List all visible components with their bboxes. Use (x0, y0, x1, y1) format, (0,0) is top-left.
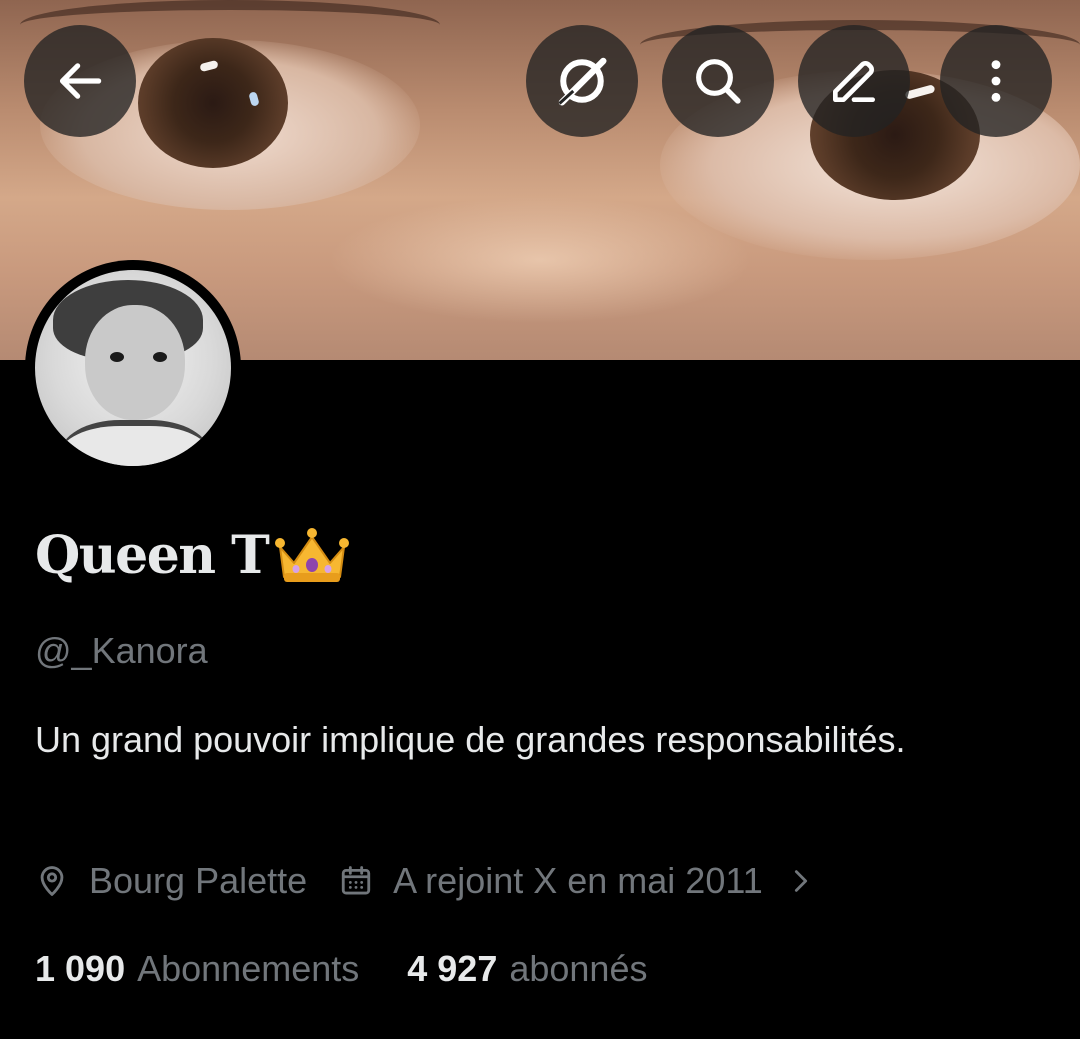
following-count: 1 090 (35, 948, 126, 989)
pencil-icon (833, 61, 875, 102)
profile-bio: Un grand pouvoir implique de grandes res… (35, 719, 906, 760)
followers-label: abonnés (509, 948, 648, 989)
following-label: Abonnements (137, 948, 360, 989)
followers-link[interactable]: 4 927 abonnés (407, 946, 647, 992)
search-icon (696, 59, 741, 104)
banner-iris-left (138, 38, 288, 168)
more-button[interactable] (940, 25, 1052, 137)
followers-count: 4 927 (407, 948, 498, 989)
profile-meta-row: Bourg Palette A rejoint X en mai 2011 (35, 856, 815, 906)
grok-icon (558, 57, 607, 106)
profile-follow-stats: 1 090 Abonnements 4 927 abonnés (35, 946, 647, 992)
edit-button[interactable] (798, 25, 910, 137)
grok-button[interactable] (526, 25, 638, 137)
search-button[interactable] (662, 25, 774, 137)
joined-text: A rejoint X en mai 2011 (393, 860, 763, 901)
display-name: Queen T (35, 524, 350, 588)
avatar-face (85, 305, 185, 420)
profile-handle: @_Kanora (35, 630, 208, 671)
avatar-shirt (60, 420, 210, 466)
avatar-image (35, 270, 231, 466)
location-text: Bourg Palette (89, 860, 308, 901)
avatar-eye (110, 352, 124, 362)
crown-emoji (275, 528, 350, 582)
avatar-eye (153, 352, 167, 362)
more-vertical-icon (991, 60, 1001, 102)
arrow-left-icon (59, 63, 102, 99)
profile-location: Bourg Palette (35, 860, 307, 902)
following-link[interactable]: 1 090 Abonnements (35, 946, 359, 992)
location-pin-icon (40, 866, 64, 896)
calendar-icon (341, 866, 371, 895)
profile-joined-date[interactable]: A rejoint X en mai 2011 (339, 860, 815, 902)
profile-avatar[interactable] (25, 260, 241, 476)
display-name-text: Queen T (35, 525, 270, 586)
back-button[interactable] (24, 25, 136, 137)
chevron-right-icon (794, 870, 807, 892)
